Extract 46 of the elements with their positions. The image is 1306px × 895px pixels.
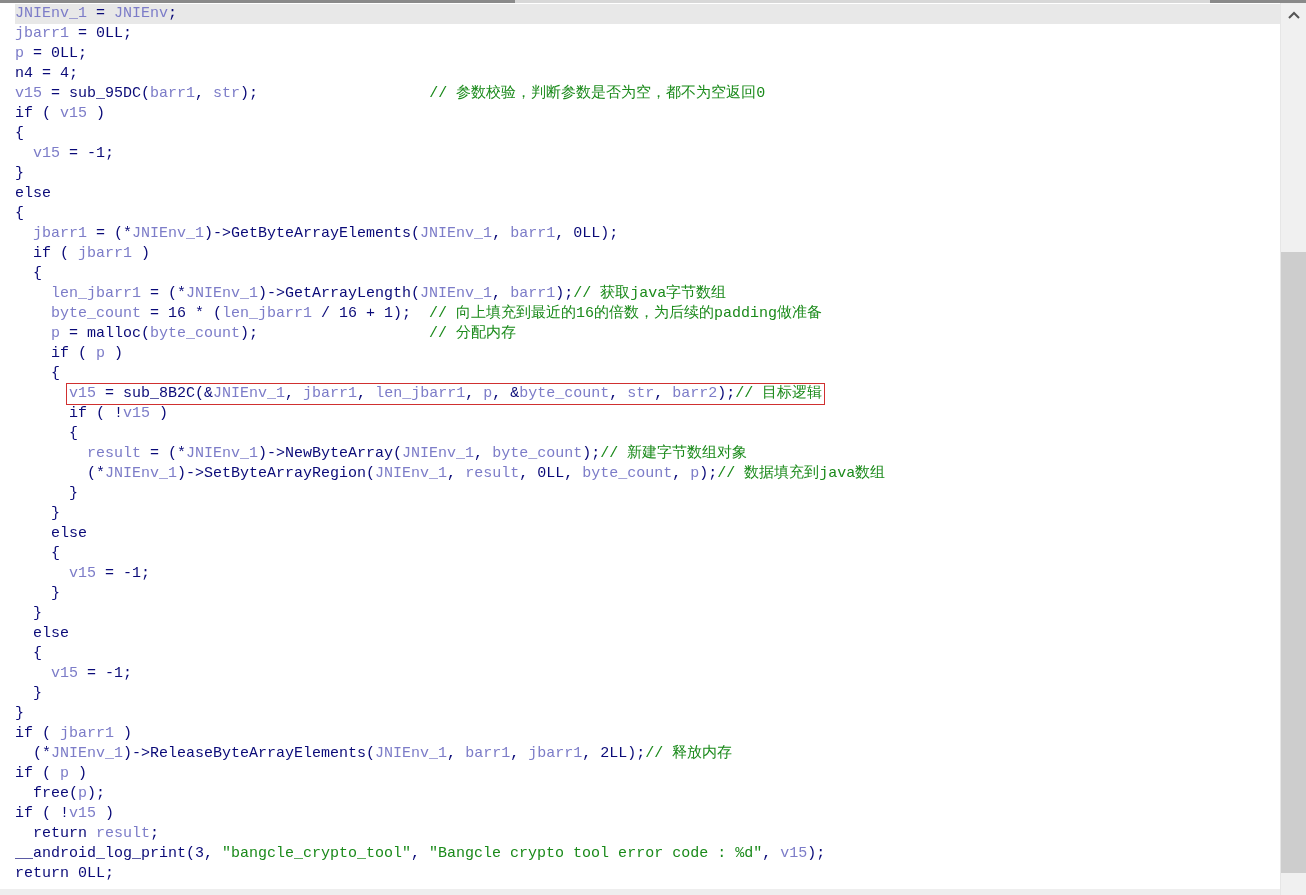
code-line: if ( jbarr1 ): [33, 245, 151, 263]
code-line: {: [33, 645, 43, 663]
code-line: free(p);: [33, 785, 106, 803]
code-line: return result;: [33, 825, 160, 843]
code-line: }: [33, 685, 43, 703]
code-line: v15 = -1;: [51, 665, 133, 683]
code-line: if ( jbarr1 ): [15, 725, 133, 743]
code-line: {: [69, 425, 79, 443]
code-line: }: [33, 605, 43, 623]
code-line: v15 = -1;: [69, 565, 151, 583]
code-line: JNIEnv_1 = JNIEnv;: [15, 5, 178, 23]
scrollbar-thumb[interactable]: [1281, 252, 1306, 873]
code-line: else: [51, 525, 88, 543]
code-line: {: [51, 365, 61, 383]
code-line: return 0LL;: [15, 865, 115, 883]
code-line: }: [51, 505, 61, 523]
code-line: else: [33, 625, 70, 643]
code-line: (*JNIEnv_1)->SetByteArrayRegion(JNIEnv_1, result, 0LL, byte_count, p);// 数据填充到java数组: [87, 465, 886, 483]
code-line: if ( !v15 ): [15, 805, 115, 823]
code-line: else: [15, 185, 51, 203]
scrollbar[interactable]: [1280, 3, 1306, 895]
code-line: p = malloc(byte_count); // 分配内存: [51, 325, 517, 343]
code-line: if ( p ): [15, 765, 88, 783]
code-line: len_jbarr1 = (*JNIEnv_1)->GetArrayLength(JNIEnv_1, barr1);// 获取java字节数组: [51, 285, 727, 303]
code-line: }: [51, 585, 61, 603]
code-line: jbarr1 = 0LL;: [15, 25, 133, 43]
code-line: }: [15, 705, 24, 723]
code-line: result = (*JNIEnv_1)->NewByteArray(JNIEnv_1, byte_count);// 新建字节数组对象: [87, 445, 748, 463]
code-line: n4 = 4;: [15, 65, 78, 83]
code-line: {: [51, 545, 61, 563]
code-line: if ( v15 ): [15, 105, 106, 123]
code-line: {: [33, 265, 43, 283]
code-line: byte_count = 16 * (len_jbarr1 / 16 + 1); // 向上填充到最近的16的倍数，为后续的padding做准备: [51, 305, 823, 323]
code-line: v15 = sub_8B2C(&JNIEnv_1, jbarr1, len_jbarr1, p, &byte_count, str, barr2);// 目标逻辑: [68, 385, 824, 403]
code-line: __android_log_print(3, "bangcle_crypto_tool", "Bangcle crypto tool error code : %d", v15);: [15, 845, 826, 863]
code-line: {: [15, 125, 24, 143]
code-line: {: [15, 205, 24, 223]
code-line: v15 = sub_95DC(barr1, str); // 参数校验，判断参数是否为空，都不为空返回0: [15, 85, 766, 103]
code-line: p = 0LL;: [15, 45, 88, 63]
code-line: jbarr1 = (*JNIEnv_1)->GetByteArrayElements(JNIEnv_1, barr1, 0LL);: [33, 225, 619, 243]
code-line: (*JNIEnv_1)->ReleaseByteArrayElements(JNIEnv_1, barr1, jbarr1, 2LL);// 释放内存: [33, 745, 733, 763]
code-line: }: [15, 165, 24, 183]
code-line: if ( p ): [51, 345, 124, 363]
code-line: if ( !v15 ): [69, 405, 169, 423]
code-line: }: [69, 485, 79, 503]
code-line: v15 = -1;: [33, 145, 115, 163]
